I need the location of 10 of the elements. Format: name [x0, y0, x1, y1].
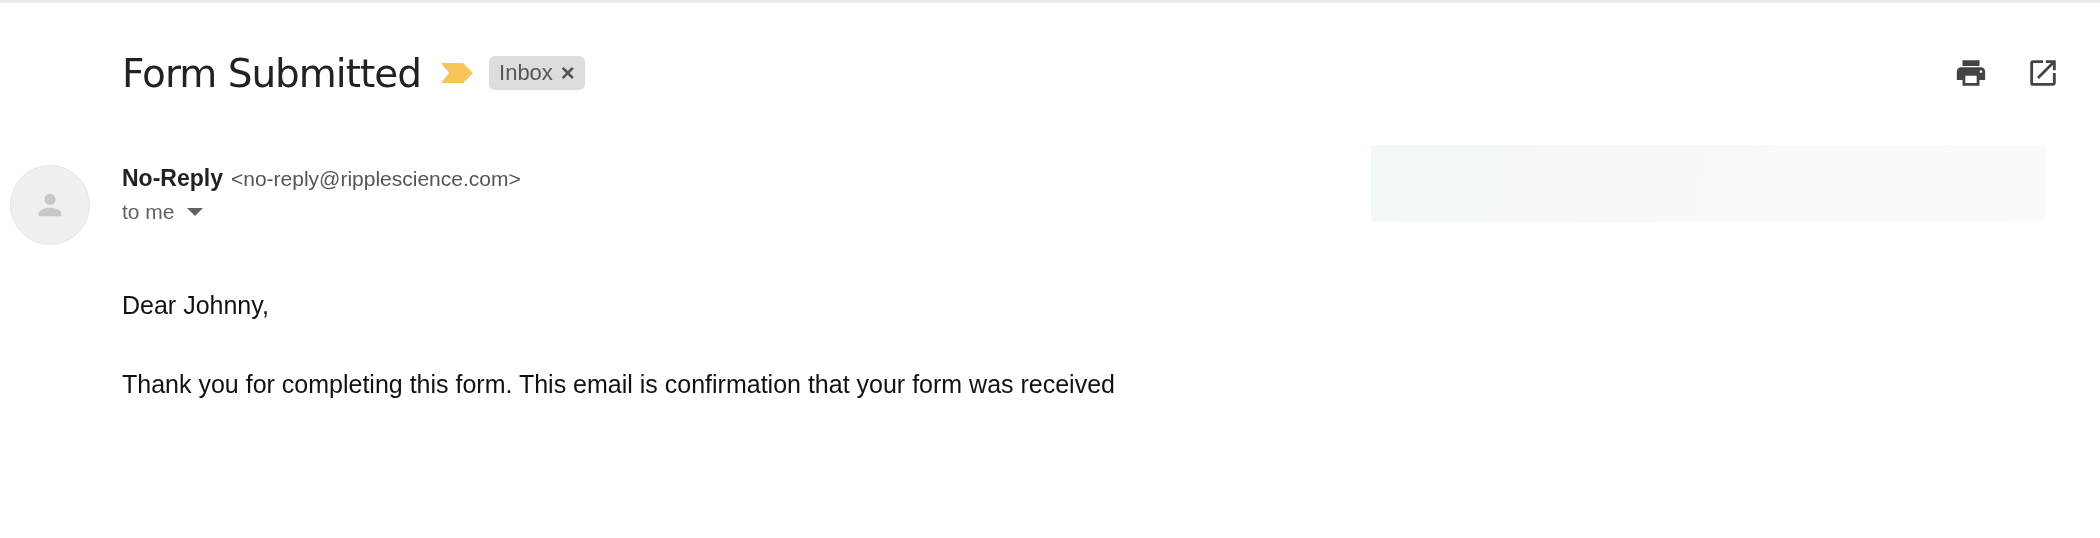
- email-subject: Form Submitted: [122, 50, 422, 96]
- sender-name: No-Reply: [122, 165, 223, 192]
- message-paragraph: Dear Johnny,: [122, 291, 270, 320]
- importance-marker-icon[interactable]: [441, 63, 474, 83]
- sender-email: <no-reply@ripplescience.com>: [230, 167, 521, 191]
- message-paragraph: Thank you for completing this form. This email is confirmation that your form was received: [122, 370, 1116, 399]
- recipient-details-toggle[interactable]: to me: [122, 200, 521, 224]
- label-text: Inbox: [499, 60, 553, 86]
- caret-icon: [186, 208, 203, 216]
- remove-label-button[interactable]: ×: [560, 61, 575, 85]
